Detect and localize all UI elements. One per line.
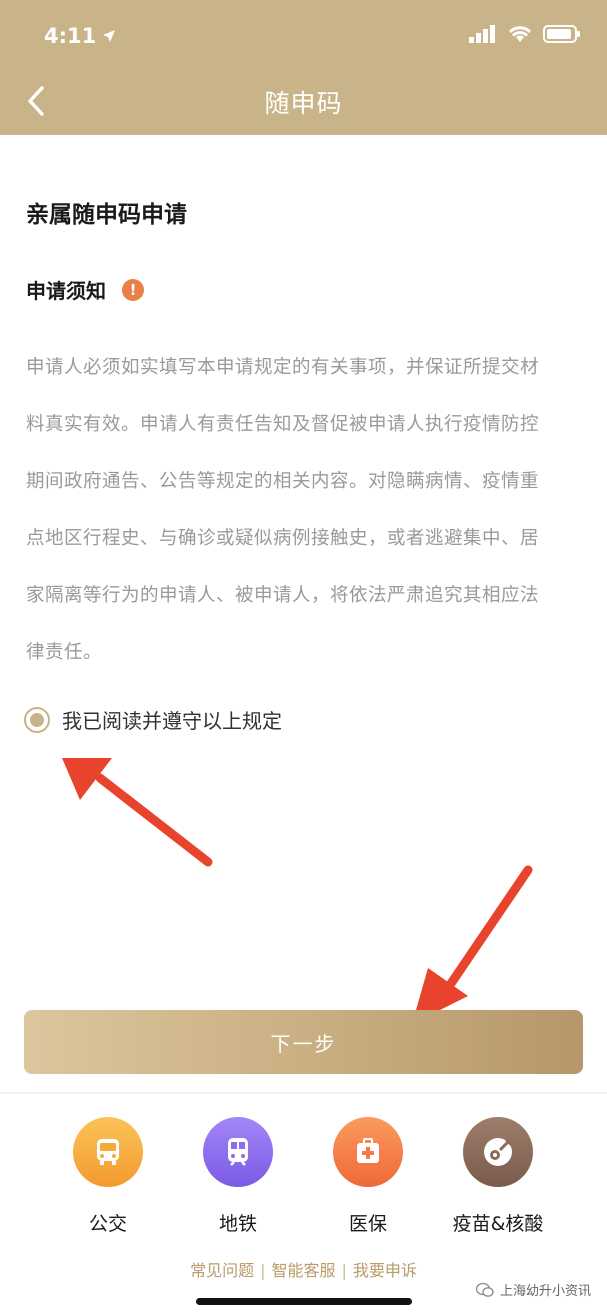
nav-title: 随申码 xyxy=(264,89,343,118)
agree-radio[interactable] xyxy=(24,706,50,733)
link-faq[interactable]: 常见问题 xyxy=(190,1261,254,1280)
battery-icon xyxy=(543,25,580,43)
service-label: 公交 xyxy=(88,1213,127,1235)
bus-icon xyxy=(73,1117,143,1187)
service-bus[interactable]: 公交 xyxy=(38,1117,178,1236)
notice-line: 期间政府通告、公告等规定的相关内容。对隐瞒病情、疫情重 xyxy=(26,471,540,492)
notice-heading: 申请须知 ! xyxy=(26,275,144,304)
notice-line: 料真实有效。申请人有责任告知及督促被申请人执行疫情防控 xyxy=(26,414,540,435)
notice-line: 申请人必须如实填写本申请规定的有关事项，并保证所提交材 xyxy=(26,357,540,378)
header: 4:11 随申码 xyxy=(0,0,607,135)
service-label: 疫苗&核酸 xyxy=(452,1213,544,1235)
service-medical[interactable]: 医保 xyxy=(298,1117,438,1236)
service-metro[interactable]: 地铁 xyxy=(168,1117,308,1236)
next-step-button[interactable]: 下一步 xyxy=(24,1010,583,1074)
agree-label: 我已阅读并遵守以上规定 xyxy=(62,709,282,733)
separator: | xyxy=(341,1261,347,1280)
status-time: 4:11 xyxy=(44,24,116,48)
notice-body: 申请人必须如实填写本申请规定的有关事项，并保证所提交材 料真实有效。申请人有责任… xyxy=(26,339,582,681)
separator: | xyxy=(260,1261,266,1280)
wechat-icon xyxy=(475,1282,494,1297)
service-label: 医保 xyxy=(348,1213,387,1235)
wechat-watermark: 上海幼升小资讯 xyxy=(475,1280,591,1299)
page-title: 亲属随申码申请 xyxy=(26,202,187,228)
vaccine-icon xyxy=(463,1117,533,1187)
notice-line: 家隔离等行为的申请人、被申请人，将依法严肃追究其相应法 xyxy=(26,585,540,606)
link-appeal[interactable]: 我要申诉 xyxy=(353,1261,417,1280)
wifi-icon xyxy=(508,26,532,42)
metro-icon xyxy=(203,1117,273,1187)
footer-links: 常见问题 | 智能客服 | 我要申诉 xyxy=(0,1257,607,1281)
service-label: 地铁 xyxy=(218,1213,257,1235)
annotation-arrow-agree xyxy=(62,758,213,867)
signal-icon xyxy=(469,25,495,43)
agree-checkbox[interactable]: 我已阅读并遵守以上规定 xyxy=(24,705,282,734)
annotation-arrow-next xyxy=(412,865,533,1024)
link-smart-service[interactable]: 智能客服 xyxy=(271,1261,335,1280)
status-indicators xyxy=(469,24,581,44)
notice-line: 律责任。 xyxy=(26,642,103,663)
notice-line: 点地区行程史、与确诊或疑似病例接触史，或者逃避集中、居 xyxy=(26,528,540,549)
medical-kit-icon xyxy=(333,1117,403,1187)
location-arrow-icon xyxy=(103,30,116,42)
service-vaccine[interactable]: 疫苗&核酸 xyxy=(428,1117,568,1236)
home-indicator xyxy=(196,1298,412,1305)
radio-selected-dot xyxy=(30,712,44,727)
warning-icon: ! xyxy=(122,278,144,301)
divider xyxy=(0,1092,607,1094)
